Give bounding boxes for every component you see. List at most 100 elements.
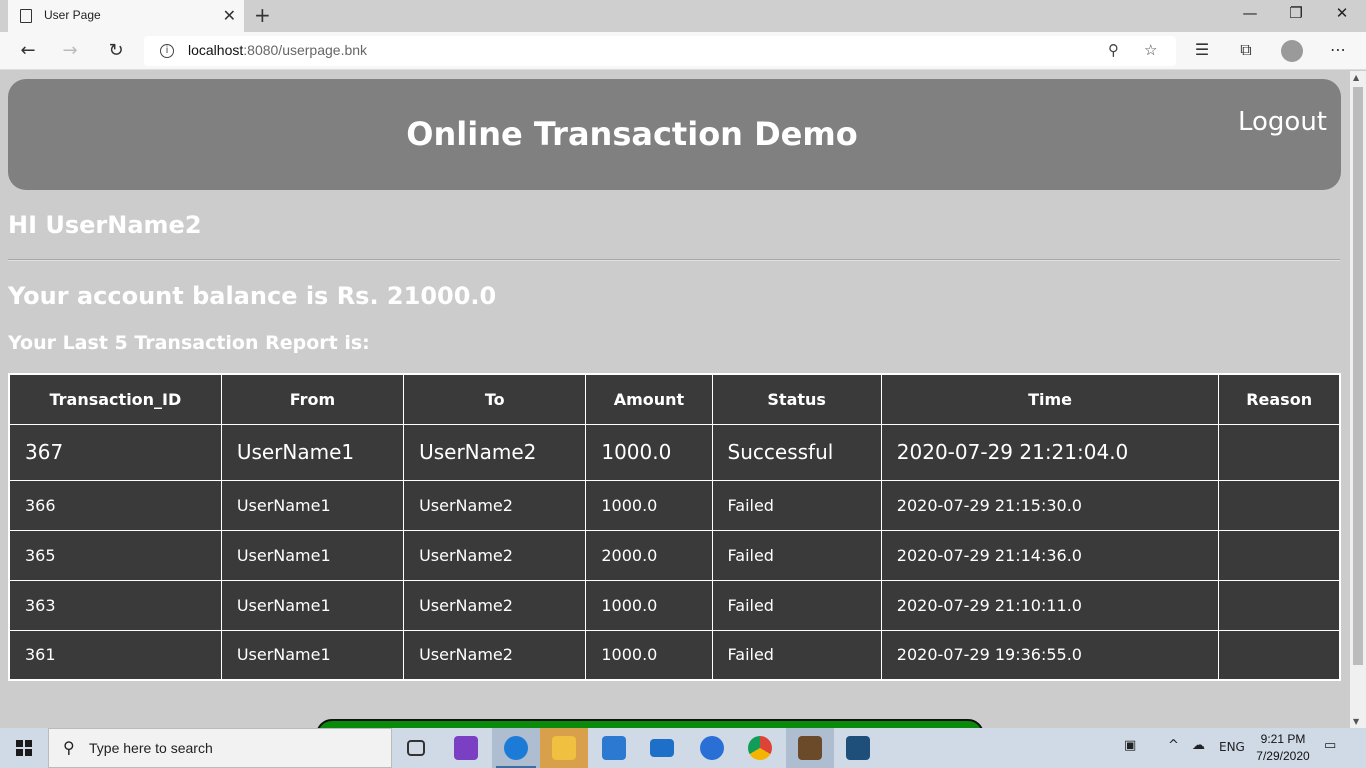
scroll-thumb[interactable]: [1353, 87, 1363, 665]
search-icon: ⚲: [63, 738, 75, 757]
greeting: HI UserName2: [8, 211, 202, 239]
forward-arrow-icon[interactable]: →: [58, 40, 82, 62]
info-icon[interactable]: i: [160, 44, 174, 58]
mail-icon: [650, 739, 674, 757]
cell-transaction-id: 365: [8, 529, 222, 581]
browser-tab-bar: User Page ✕ + — ❐ ✕: [0, 0, 1366, 32]
language-indicator[interactable]: ENG: [1219, 740, 1245, 754]
cell-reason: [1218, 579, 1341, 631]
eclipse-button[interactable]: [786, 728, 834, 768]
visual-studio-button[interactable]: [442, 728, 490, 768]
firefox-button[interactable]: [688, 728, 736, 768]
cell-amount: 2000.0: [585, 529, 713, 581]
cell-time: 2020-07-29 19:36:55.0: [880, 629, 1220, 681]
cell-to: UserName2: [403, 423, 587, 481]
favorite-star-icon[interactable]: ☆: [1144, 41, 1157, 59]
address-bar[interactable]: i localhost:8080/userpage.bnk ⚲ ☆: [144, 36, 1176, 66]
notifications-icon[interactable]: ▭: [1324, 738, 1336, 753]
cell-transaction-id: 361: [8, 629, 222, 681]
back-arrow-icon[interactable]: ←: [16, 40, 40, 62]
mail-button[interactable]: [638, 728, 686, 768]
tab-title: User Page: [44, 8, 101, 22]
clock-date: 7/29/2020: [1256, 749, 1310, 763]
browser-tab[interactable]: User Page ✕: [8, 0, 244, 32]
folder-icon: [552, 736, 576, 760]
favorites-list-icon[interactable]: ☰: [1190, 40, 1214, 62]
profile-avatar[interactable]: [1281, 40, 1303, 62]
eclipse-icon: [798, 736, 822, 760]
minimize-button[interactable]: —: [1238, 4, 1262, 26]
chrome-icon: [748, 736, 772, 760]
column-header: To: [403, 373, 587, 425]
cell-reason: [1218, 423, 1341, 481]
cell-status: Successful: [711, 423, 882, 481]
cell-amount: 1000.0: [585, 629, 713, 681]
refresh-icon[interactable]: ↻: [104, 40, 128, 62]
cell-time: 2020-07-29 21:21:04.0: [880, 423, 1220, 481]
cell-amount: 1000.0: [585, 579, 713, 631]
close-tab-icon[interactable]: ✕: [223, 6, 236, 25]
cell-amount: 1000.0: [585, 479, 713, 531]
cell-to: UserName2: [403, 579, 587, 631]
footer-green-bar: [316, 719, 984, 728]
cell-transaction-id: 366: [8, 479, 222, 531]
cell-status: Failed: [711, 629, 882, 681]
cell-reason: [1218, 479, 1341, 531]
new-tab-button[interactable]: +: [254, 3, 271, 27]
clock[interactable]: 9:21 PM 7/29/2020: [1246, 731, 1320, 765]
url-text[interactable]: localhost:8080/userpage.bnk: [188, 42, 367, 58]
table-row: 363 UserName1 UserName2 1000.0 Failed 20…: [8, 579, 1341, 631]
table-row: 365 UserName1 UserName2 2000.0 Failed 20…: [8, 529, 1341, 581]
report-heading: Your Last 5 Transaction Report is:: [8, 332, 370, 354]
cell-transaction-id: 367: [8, 423, 222, 481]
cell-from: UserName1: [220, 529, 405, 581]
logout-link[interactable]: Logout: [1238, 107, 1327, 137]
cell-transaction-id: 363: [8, 579, 222, 631]
cell-status: Failed: [711, 479, 882, 531]
table-row: 361 UserName1 UserName2 1000.0 Failed 20…: [8, 629, 1341, 681]
table-header-row: Transaction_ID From To Amount Status Tim…: [8, 373, 1341, 425]
tray-app-icon[interactable]: ▣: [1124, 738, 1136, 753]
more-options-icon[interactable]: ⋯: [1326, 40, 1350, 62]
cell-status: Failed: [711, 529, 882, 581]
table-row: 366 UserName1 UserName2 1000.0 Failed 20…: [8, 479, 1341, 531]
restore-button[interactable]: ❐: [1284, 4, 1308, 26]
url-path: :8080/userpage.bnk: [243, 42, 368, 58]
cell-to: UserName2: [403, 629, 587, 681]
cell-from: UserName1: [220, 479, 405, 531]
clock-time: 9:21 PM: [1260, 732, 1306, 746]
column-header: Transaction_ID: [8, 373, 222, 425]
column-header: Status: [711, 373, 882, 425]
scroll-down-icon[interactable]: ▼: [1353, 717, 1359, 726]
cell-reason: [1218, 629, 1341, 681]
taskbar-search[interactable]: ⚲ Type here to search: [48, 728, 392, 768]
column-header: From: [220, 373, 405, 425]
file-explorer-button[interactable]: [540, 728, 588, 768]
task-view-icon: [407, 740, 425, 756]
scroll-up-icon[interactable]: ▲: [1353, 73, 1359, 82]
cell-time: 2020-07-29 21:14:36.0: [880, 529, 1220, 581]
workbench-button[interactable]: [834, 728, 882, 768]
page-scrollbar[interactable]: ▲ ▼: [1350, 71, 1366, 728]
cell-from: UserName1: [220, 579, 405, 631]
start-button[interactable]: [0, 728, 48, 768]
cell-to: UserName2: [403, 529, 587, 581]
store-button[interactable]: [590, 728, 638, 768]
column-header: Reason: [1218, 373, 1341, 425]
cell-to: UserName2: [403, 479, 587, 531]
cell-reason: [1218, 529, 1341, 581]
browser-toolbar: ← → ↻ i localhost:8080/userpage.bnk ⚲ ☆ …: [0, 32, 1366, 70]
chrome-button[interactable]: [736, 728, 784, 768]
network-icon[interactable]: ☁: [1192, 738, 1205, 753]
close-window-button[interactable]: ✕: [1330, 4, 1354, 26]
workbench-icon: [846, 736, 870, 760]
zoom-key-icon[interactable]: ⚲: [1108, 41, 1119, 59]
collections-icon[interactable]: ⧉: [1234, 40, 1258, 62]
task-view-button[interactable]: [392, 728, 440, 768]
edge-button[interactable]: [492, 728, 540, 768]
column-header: Time: [880, 373, 1220, 425]
firefox-icon: [700, 736, 724, 760]
chevron-up-icon[interactable]: ^: [1168, 738, 1179, 753]
account-balance: Your account balance is Rs. 21000.0: [8, 282, 497, 310]
cell-status: Failed: [711, 579, 882, 631]
